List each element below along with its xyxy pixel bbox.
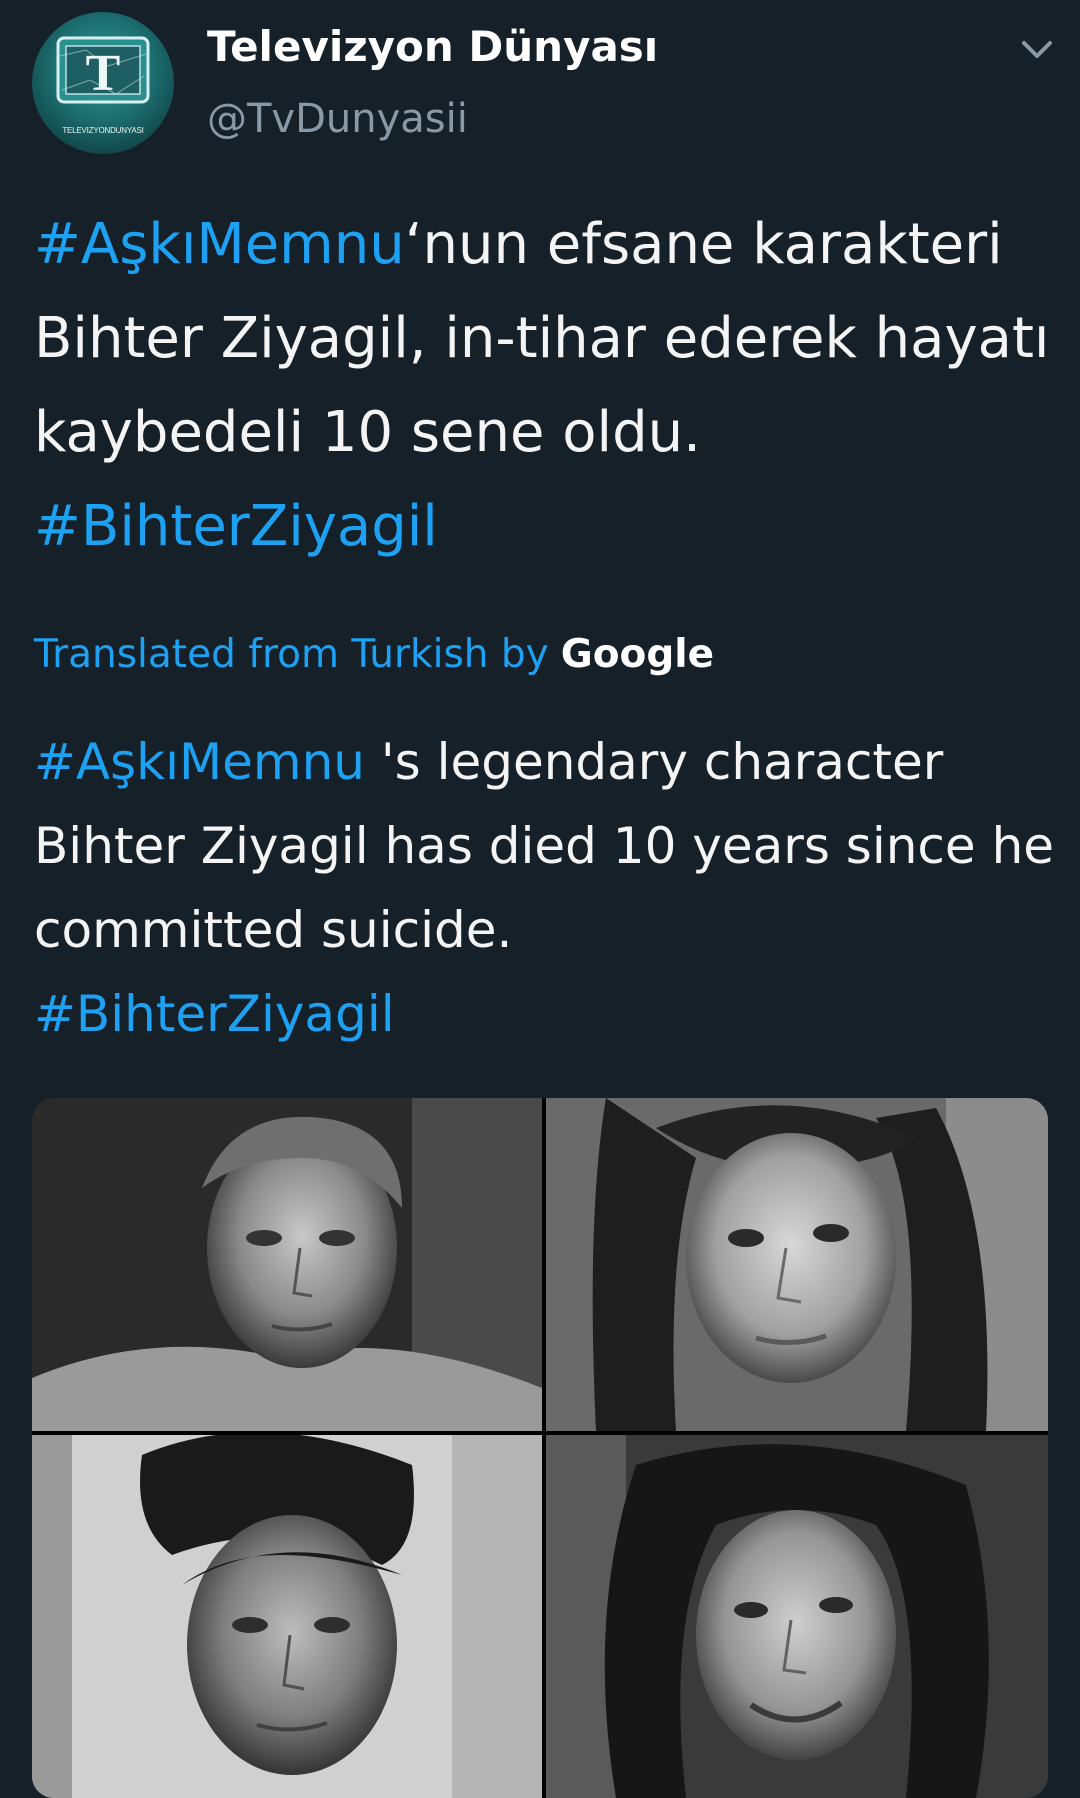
user-handle[interactable]: @TvDunyasii — [207, 96, 468, 142]
google-logo: Google — [560, 632, 715, 677]
hashtag-link[interactable]: #BihterZiyagil — [34, 985, 395, 1043]
hashtag-link[interactable]: #AşkıMemnu — [34, 733, 365, 791]
media-grid — [32, 1098, 1048, 1798]
translated-text: #AşkıMemnu 's legendary character Bihter… — [34, 720, 1064, 1056]
hashtag-link[interactable]: #AşkıMemnu — [34, 212, 405, 277]
chevron-down-icon[interactable] — [1020, 38, 1054, 62]
hashtag-link[interactable]: #BihterZiyagil — [34, 494, 438, 559]
tweet-text: #AşkıMemnu‘nun efsane karakteri Bihter Z… — [34, 198, 1054, 574]
tweet-photo[interactable] — [32, 1435, 542, 1798]
avatar-caption: TELEVIZYONDUNYASI — [62, 126, 144, 135]
translated-from-link[interactable]: Translated from Turkish by — [34, 632, 549, 677]
tweet: T TELEVIZYONDUNYASI Televizyon Dünyası @… — [0, 0, 1080, 1798]
tweet-photo[interactable] — [32, 1098, 542, 1431]
tv-logo-icon: T — [56, 36, 150, 104]
translation-attribution: Translated from Turkish by Google — [34, 632, 714, 677]
avatar[interactable]: T TELEVIZYONDUNYASI — [32, 12, 174, 154]
svg-text:T: T — [86, 45, 121, 102]
tweet-photo[interactable] — [546, 1435, 1048, 1798]
tweet-photo[interactable] — [546, 1098, 1048, 1431]
display-name[interactable]: Televizyon Dünyası — [207, 22, 658, 71]
